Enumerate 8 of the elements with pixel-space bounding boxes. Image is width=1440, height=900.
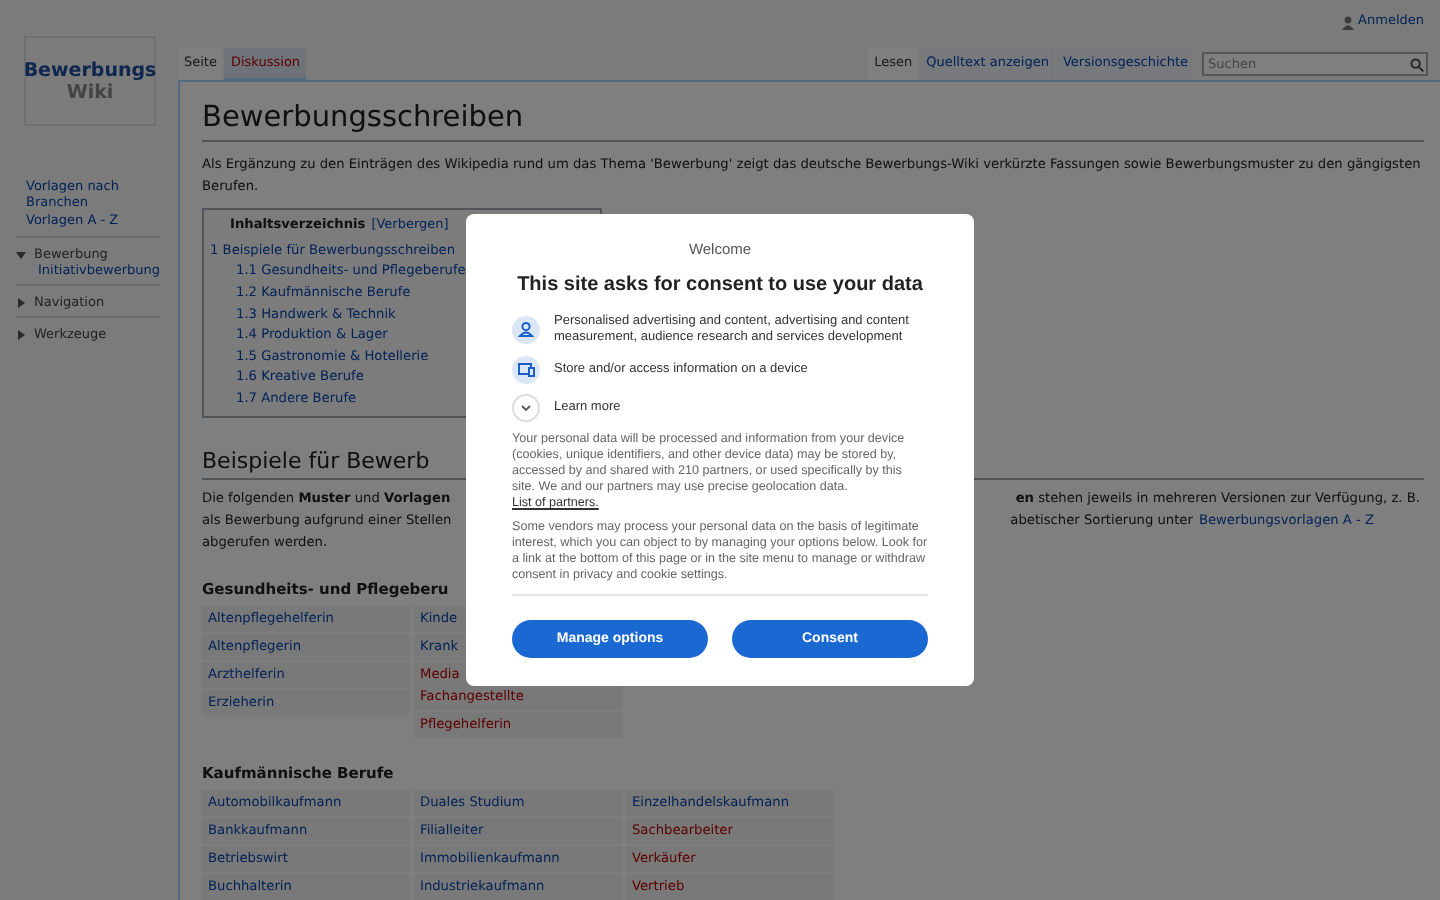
person-icon xyxy=(512,316,540,345)
devices-icon xyxy=(512,356,540,385)
user-icon xyxy=(1342,15,1355,29)
page-title: Bewerbungsschreiben xyxy=(202,100,1424,142)
search-icon[interactable] xyxy=(1410,57,1424,71)
dialog-title: This site asks for consent to use your data xyxy=(517,272,923,301)
chevron-icon[interactable] xyxy=(512,394,540,423)
logo-title: Bewerbungs xyxy=(23,59,157,81)
